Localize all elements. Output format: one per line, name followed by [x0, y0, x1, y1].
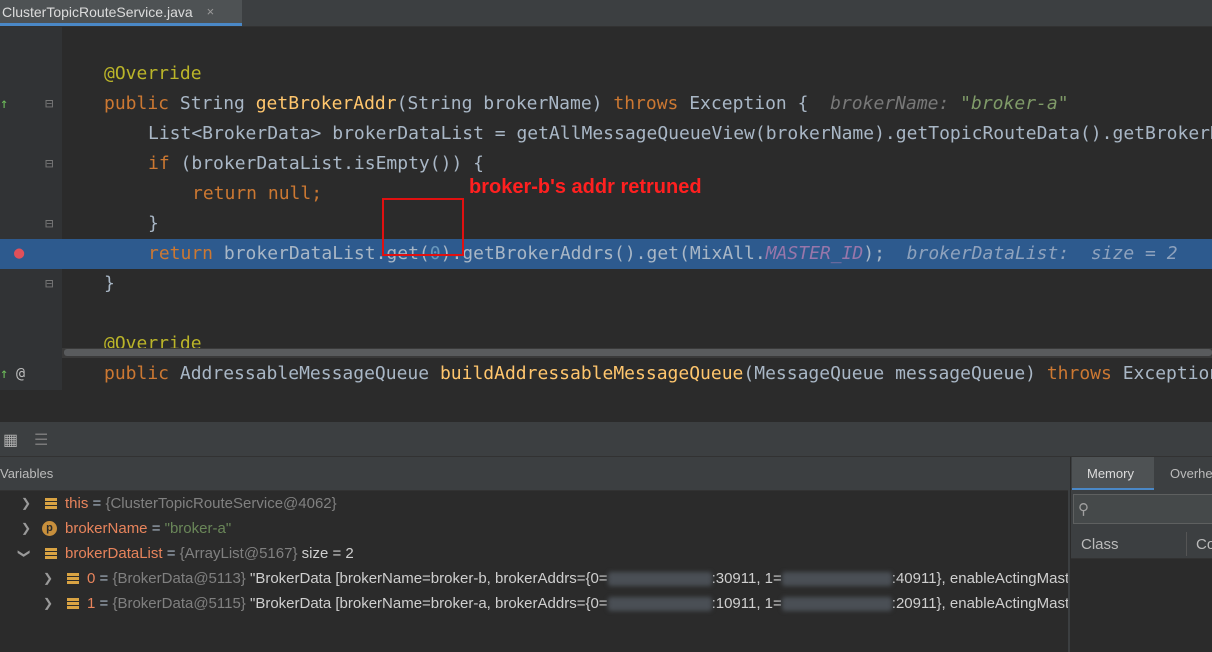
- field-icon: [45, 548, 57, 559]
- file-tab[interactable]: ClusterTopicRouteService.java ×: [0, 0, 242, 26]
- redacted-ip: [781, 572, 892, 587]
- breakpoint-icon[interactable]: ●: [14, 245, 24, 262]
- variable-row-this[interactable]: ❯ this = {ClusterTopicRouteService@4062}: [0, 491, 1068, 516]
- parameter-icon: p: [42, 521, 57, 536]
- expand-arrow-icon[interactable]: ❯: [43, 566, 53, 591]
- variables-title: Variables: [0, 466, 54, 481]
- code-line-if: ⊟ if (brokerDataList.isEmpty()) {: [45, 153, 484, 174]
- fold-icon[interactable]: ⊟: [45, 217, 53, 231]
- annotation-highlight-box: [382, 198, 464, 256]
- field-icon: [45, 498, 57, 509]
- layout-icon[interactable]: ☰: [34, 430, 48, 450]
- collapse-arrow-icon[interactable]: ❯: [12, 548, 37, 558]
- close-icon[interactable]: ×: [207, 4, 215, 19]
- variables-header: [0, 457, 1068, 491]
- code-editor[interactable]: @Override ↑ ⊟ public String getBrokerAdd…: [0, 27, 1212, 390]
- override-method-icon[interactable]: ↑: [0, 97, 8, 111]
- column-divider[interactable]: [1186, 532, 1187, 556]
- variable-row-brokerName[interactable]: ❯ p brokerName = "broker-a": [0, 516, 1068, 541]
- memory-search-input[interactable]: [1073, 494, 1212, 524]
- field-icon: [67, 573, 79, 584]
- code-line-list: List<BrokerData> brokerDataList = getAll…: [148, 123, 1212, 144]
- inline-debug-hint: brokerName:: [830, 93, 961, 114]
- code-line-override: @Override: [104, 63, 202, 84]
- redacted-ip: [607, 597, 712, 612]
- fold-icon[interactable]: ⊟: [45, 97, 53, 111]
- annotation-icon: @: [16, 364, 26, 382]
- annotation-label: broker-b's addr retruned: [469, 176, 702, 198]
- redacted-ip: [607, 572, 712, 587]
- debug-toolbar: ▦ ☰: [0, 422, 1212, 457]
- code-line-signature: ↑ ⊟ public String getBrokerAddr(String b…: [0, 93, 1069, 114]
- search-icon[interactable]: ⚲: [1078, 500, 1089, 518]
- inline-debug-hint: brokerDataList: size = 2: [906, 243, 1178, 264]
- variable-row-element-1[interactable]: ❯ 1 = {BrokerData@5115} "BrokerData [bro…: [0, 591, 1068, 616]
- expand-arrow-icon[interactable]: ❯: [21, 491, 31, 516]
- panel-separator: [0, 390, 1212, 422]
- code-line-build-signature: ↑ @ public AddressableMessageQueue build…: [0, 363, 1212, 384]
- variables-tree[interactable]: ❯ this = {ClusterTopicRouteService@4062}…: [0, 491, 1068, 652]
- tab-overhead[interactable]: Overhead: [1170, 466, 1212, 481]
- column-header-count[interactable]: Count: [1196, 536, 1212, 553]
- fold-icon[interactable]: ⊟: [45, 277, 53, 291]
- override-method-icon[interactable]: ↑: [0, 367, 8, 381]
- file-tab-title: ClusterTopicRouteService.java: [2, 3, 193, 20]
- table-view-icon[interactable]: ▦: [3, 430, 18, 450]
- code-line-current-execution: ● return brokerDataList.get(0).getBroker…: [0, 239, 1212, 269]
- scrollbar-thumb[interactable]: [64, 349, 1212, 356]
- expand-arrow-icon[interactable]: ❯: [43, 591, 53, 616]
- tab-memory-label: Memory: [1087, 466, 1134, 481]
- code-line-close-if: ⊟ }: [45, 213, 159, 234]
- field-icon: [67, 598, 79, 609]
- redacted-ip: [781, 597, 892, 612]
- variable-row-brokerDataList[interactable]: ❯ brokerDataList = {ArrayList@5167} size…: [0, 541, 1068, 566]
- fold-icon[interactable]: ⊟: [45, 157, 53, 171]
- memory-table-body: [1071, 559, 1212, 652]
- column-header-class[interactable]: Class: [1081, 536, 1119, 553]
- expand-arrow-icon[interactable]: ❯: [21, 516, 31, 541]
- code-line-close-method: ⊟ }: [45, 273, 115, 294]
- variable-row-element-0[interactable]: ❯ 0 = {BrokerData@5113} "BrokerData [bro…: [0, 566, 1068, 591]
